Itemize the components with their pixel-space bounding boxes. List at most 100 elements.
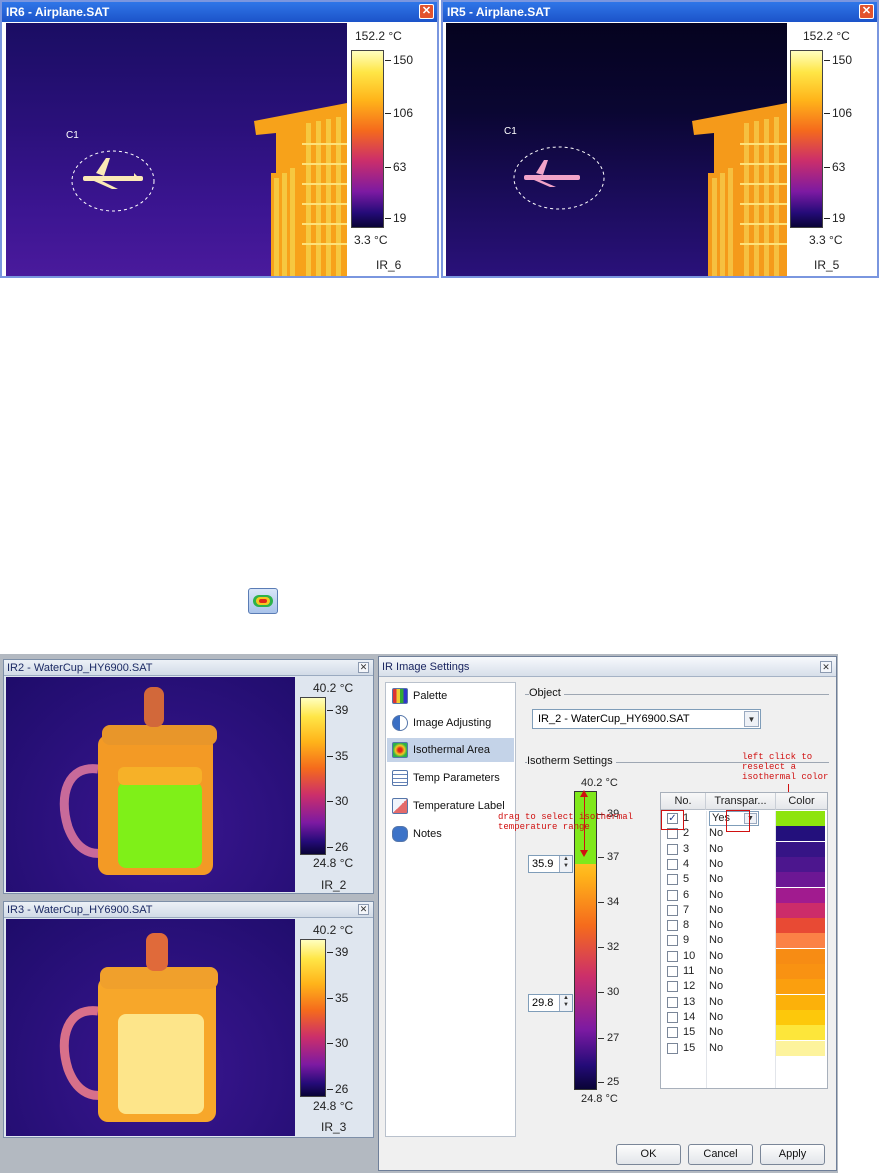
ok-button[interactable]: OK: [616, 1144, 681, 1165]
table-row[interactable]: 15 No: [661, 1040, 827, 1056]
table-row[interactable]: 4 No: [661, 856, 827, 872]
row-color-swatch[interactable]: [776, 948, 825, 964]
image-name-label: IR_6: [376, 258, 402, 272]
row-checkbox[interactable]: [667, 904, 678, 916]
tick-label: 27: [607, 1032, 620, 1044]
row-color-swatch[interactable]: [776, 979, 825, 995]
close-icon[interactable]: ✕: [859, 4, 874, 19]
lower-limit-spinner[interactable]: 29.8 ▲ ▼: [528, 994, 573, 1012]
tick-line: [327, 847, 333, 848]
nav-temperature-label[interactable]: Temperature Label: [387, 794, 514, 818]
row-checkbox[interactable]: [667, 1042, 678, 1054]
col-header-no[interactable]: No.: [661, 793, 706, 810]
row-checkbox[interactable]: [667, 981, 678, 993]
nav-image-adjusting[interactable]: Image Adjusting: [387, 711, 514, 735]
image-name-label: IR_5: [814, 258, 840, 272]
close-icon[interactable]: ✕: [820, 661, 832, 673]
col-header-transparency[interactable]: Transpar...: [706, 793, 776, 810]
nav-label: Temp Parameters: [413, 772, 500, 784]
close-icon[interactable]: ✕: [358, 662, 369, 673]
row-color-swatch[interactable]: [776, 1009, 825, 1025]
close-icon[interactable]: ✕: [358, 904, 369, 915]
row-checkbox[interactable]: [667, 843, 678, 855]
table-row[interactable]: 6 No: [661, 887, 827, 903]
nav-temp-parameters[interactable]: Temp Parameters: [387, 766, 514, 790]
transparency-value: No: [709, 980, 724, 993]
row-color-swatch[interactable]: [776, 841, 825, 857]
table-row[interactable]: 15 No: [661, 1025, 827, 1041]
chevron-down-icon[interactable]: ▼: [744, 711, 759, 727]
spin-arrows-icon[interactable]: ▲ ▼: [559, 995, 572, 1011]
nav-isothermal-area[interactable]: Isothermal Area: [387, 738, 514, 762]
row-checkbox[interactable]: [667, 889, 678, 901]
isothermal-area-icon[interactable]: [248, 588, 278, 614]
row-color-swatch[interactable]: [776, 994, 825, 1010]
row-color-swatch[interactable]: [776, 933, 825, 949]
row-number: 9: [683, 934, 690, 947]
ir3-thermal-image[interactable]: [6, 919, 295, 1136]
row-color-swatch[interactable]: [776, 887, 825, 903]
table-row[interactable]: 8 No: [661, 918, 827, 934]
object-group-line: [525, 694, 829, 695]
palette-icon: [392, 688, 408, 704]
row-color-swatch[interactable]: [776, 964, 825, 979]
row-checkbox[interactable]: [667, 935, 678, 947]
table-row[interactable]: 10 No: [661, 948, 827, 964]
image-name-label: IR_2: [321, 878, 347, 892]
row-color-swatch[interactable]: [776, 918, 825, 934]
nav-notes[interactable]: Notes: [387, 822, 514, 846]
transparency-value: No: [709, 888, 724, 901]
nav-palette[interactable]: Palette: [387, 684, 514, 708]
transparency-value: No: [709, 903, 724, 916]
row-checkbox[interactable]: [667, 858, 678, 870]
row-color-swatch[interactable]: [776, 856, 825, 872]
row-checkbox[interactable]: [667, 1011, 678, 1023]
row-checkbox[interactable]: [667, 950, 678, 962]
row-number: 12: [683, 980, 696, 993]
row-number: 6: [683, 888, 690, 901]
apply-button[interactable]: Apply: [760, 1144, 825, 1165]
row-color-swatch[interactable]: [776, 826, 825, 842]
row-color-swatch[interactable]: [776, 872, 825, 888]
ir2-thermal-image[interactable]: [6, 677, 295, 892]
tick-label: 150: [832, 53, 853, 67]
close-icon[interactable]: ✕: [419, 4, 434, 19]
drag-range-annotation: drag to select isothermal temperature ra…: [498, 812, 634, 832]
row-color-swatch[interactable]: [776, 811, 825, 826]
row-color-swatch[interactable]: [776, 1025, 825, 1041]
tick-line: [327, 998, 333, 999]
tick-line: [824, 167, 830, 168]
tick-label: 39: [335, 945, 349, 959]
row-checkbox[interactable]: [667, 874, 678, 886]
table-row[interactable]: 11 No: [661, 964, 827, 979]
row-number: 15: [683, 1026, 696, 1039]
cancel-button[interactable]: Cancel: [688, 1144, 753, 1165]
table-row[interactable]: 12 No: [661, 979, 827, 995]
transparency-value: No: [709, 934, 724, 947]
table-row[interactable]: 9 No: [661, 933, 827, 949]
image-name-label: IR_3: [321, 1120, 347, 1134]
table-row[interactable]: 5 No: [661, 872, 827, 888]
table-row[interactable]: 7 No: [661, 902, 827, 918]
tick-label: 37: [607, 851, 620, 863]
spin-arrows-icon[interactable]: ▲ ▼: [559, 856, 572, 872]
col-header-color[interactable]: Color: [776, 793, 827, 810]
ir5-thermal-image[interactable]: C1: [446, 23, 787, 276]
isotherm-scale-bar[interactable]: [574, 791, 597, 1090]
settings-content: Object IR_2 - WaterCup_HY6900.SAT ▼ Isot…: [498, 682, 832, 1137]
object-select[interactable]: IR_2 - WaterCup_HY6900.SAT ▼: [532, 709, 761, 729]
tick-label: 30: [335, 794, 349, 808]
table-row[interactable]: 3 No: [661, 841, 827, 857]
row-color-swatch[interactable]: [776, 1040, 825, 1056]
row-checkbox[interactable]: [667, 996, 678, 1008]
row-checkbox[interactable]: [667, 1027, 678, 1039]
table-row[interactable]: 14 No: [661, 1009, 827, 1025]
temperature-scale-bar: [300, 939, 326, 1097]
upper-limit-spinner[interactable]: 35.9 ▲ ▼: [528, 855, 573, 873]
row-checkbox[interactable]: [667, 920, 678, 932]
object-select-value: IR_2 - WaterCup_HY6900.SAT: [538, 713, 690, 725]
ir6-thermal-image[interactable]: C1: [6, 23, 347, 276]
table-row[interactable]: 13 No: [661, 994, 827, 1010]
row-color-swatch[interactable]: [776, 902, 825, 918]
row-checkbox[interactable]: [667, 966, 678, 977]
